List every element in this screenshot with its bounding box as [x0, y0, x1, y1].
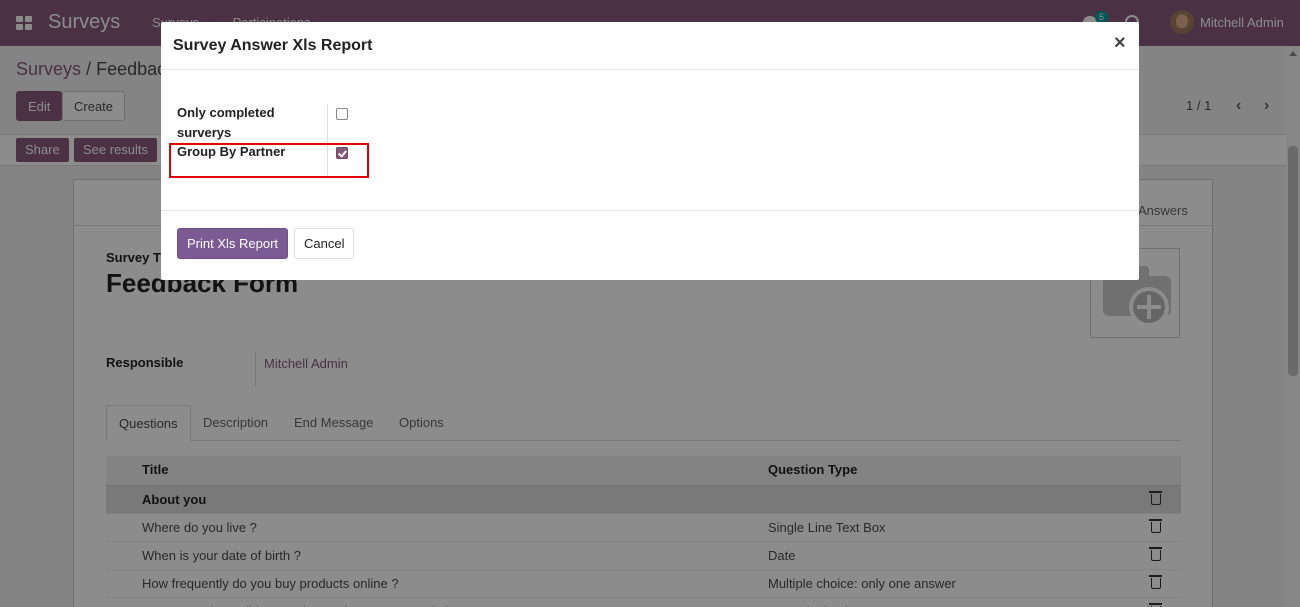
print-xls-report-button[interactable]: Print Xls Report: [177, 228, 289, 259]
dialog-title: Survey Answer Xls Report: [173, 37, 373, 54]
close-icon[interactable]: ×: [1114, 32, 1126, 55]
xls-report-dialog: Survey Answer Xls Report × Only complete…: [161, 22, 1139, 280]
only-completed-label: Only completed surverys: [177, 105, 275, 140]
dialog-header: Survey Answer Xls Report ×: [161, 22, 1139, 70]
highlight-box: [169, 143, 369, 178]
only-completed-checkbox[interactable]: [336, 108, 348, 120]
cancel-button[interactable]: Cancel: [294, 228, 355, 259]
dialog-footer: Print Xls Report Cancel: [161, 210, 1139, 280]
